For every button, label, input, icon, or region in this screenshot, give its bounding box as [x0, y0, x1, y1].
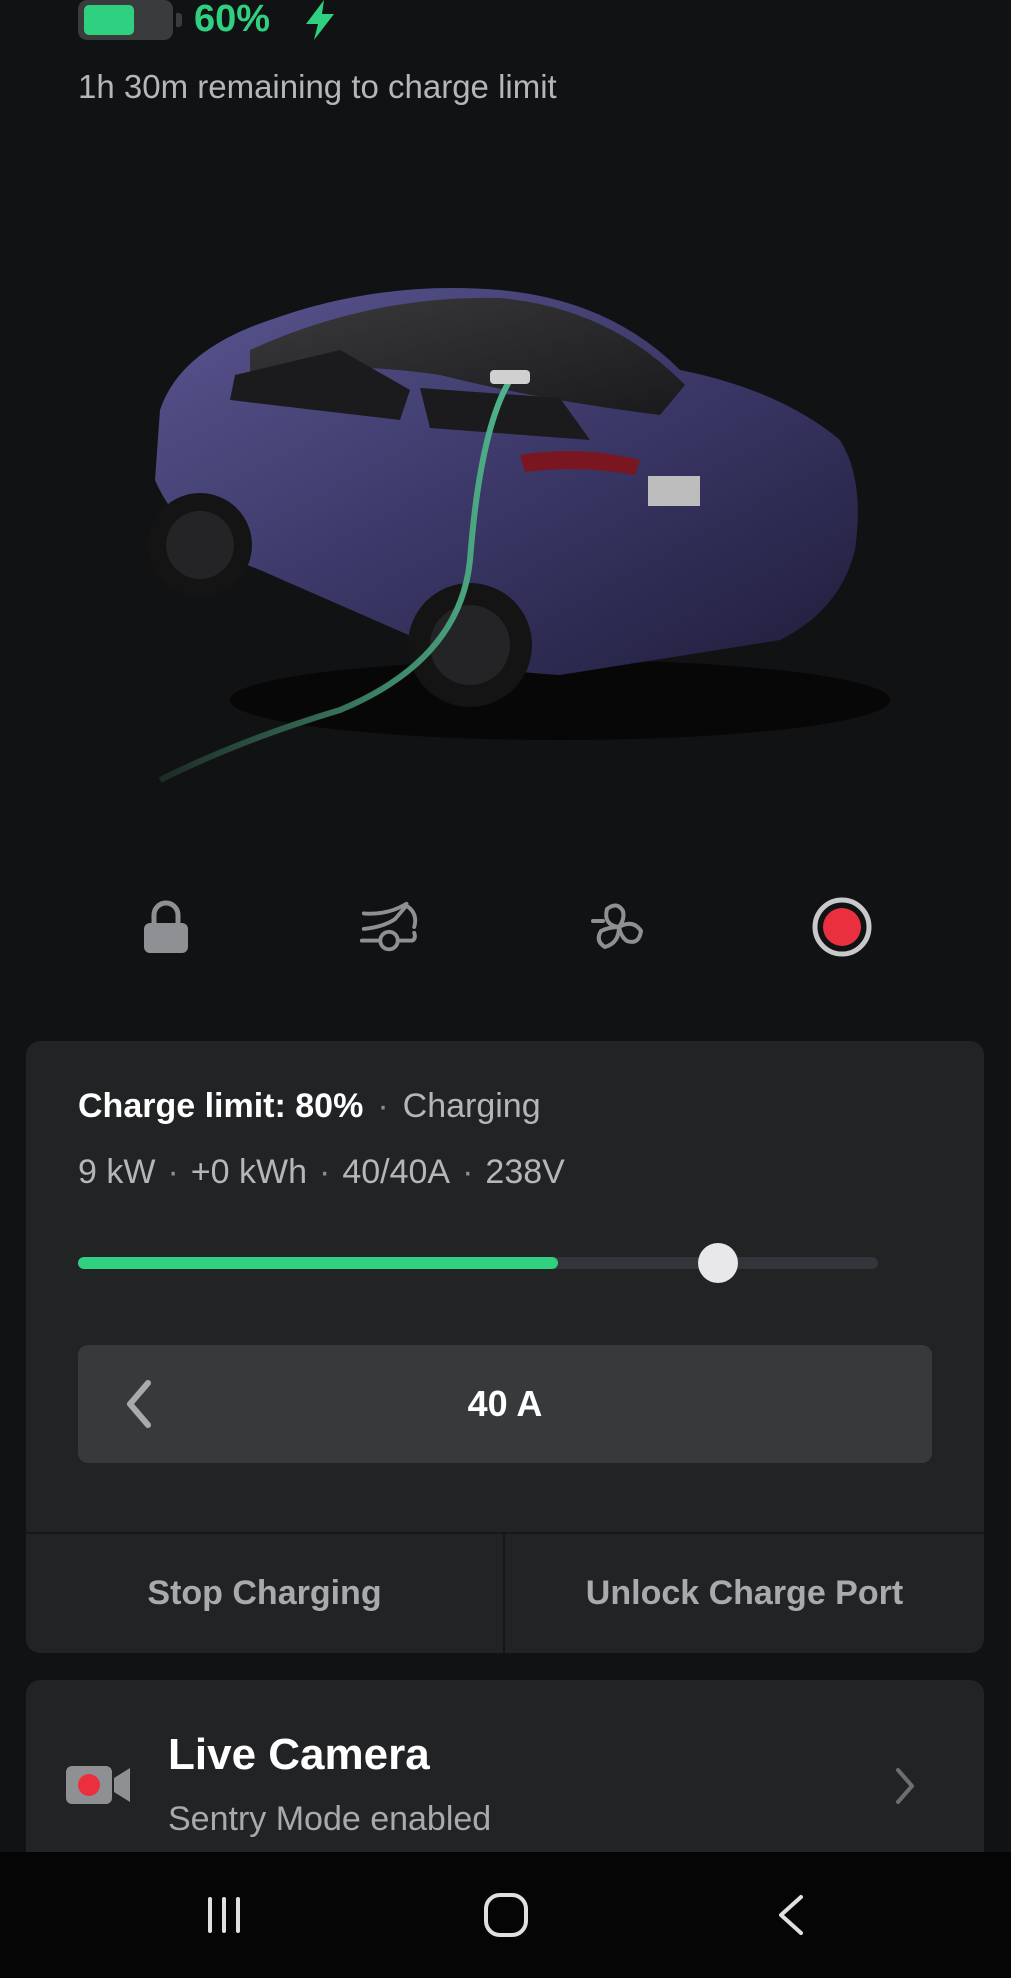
battery-percent: 60% — [194, 0, 271, 40]
stop-charging-button[interactable]: Stop Charging — [26, 1534, 503, 1653]
lock-icon — [144, 900, 188, 953]
system-navigation-bar — [0, 1852, 1011, 1978]
sentry-mode-status: Sentry Mode enabled — [168, 1800, 492, 1838]
charge-level-fill — [78, 1257, 558, 1269]
charge-limit-row: Charge limit: 80% · Charging — [78, 1087, 541, 1126]
amperage-selector: 40 A — [78, 1345, 932, 1463]
back-button[interactable] — [730, 1852, 850, 1978]
live-camera-title: Live Camera — [168, 1730, 430, 1779]
charging-stats: 9 kW · +0 kWh · 40/40A · 238V — [78, 1153, 565, 1191]
back-icon — [779, 1895, 803, 1935]
charge-limit-slider[interactable] — [78, 1257, 878, 1269]
car-image — [148, 288, 890, 783]
charging-card: Charge limit: 80% · Charging 9 kW · +0 kWh · 4… — [26, 1041, 984, 1653]
sentry-button[interactable] — [810, 892, 874, 962]
charge-limit-label: Charge limit: 80% — [78, 1087, 364, 1125]
trunk-button[interactable] — [358, 892, 422, 962]
charging-power: 9 kW — [78, 1153, 156, 1191]
unlock-charge-port-button[interactable]: Unlock Charge Port — [505, 1534, 984, 1653]
lock-button[interactable] — [134, 892, 198, 962]
charging-status: Charging — [402, 1087, 541, 1125]
camera-icon — [66, 1766, 130, 1804]
trunk-icon — [359, 901, 418, 952]
charging-bolt-icon — [306, 0, 334, 40]
charging-current: 40/40A — [342, 1153, 451, 1191]
energy-added: +0 kWh — [190, 1153, 307, 1191]
fan-icon — [591, 903, 644, 950]
home-icon — [484, 1893, 528, 1937]
chevron-right-icon — [896, 1768, 914, 1804]
charge-limit-handle[interactable] — [698, 1243, 738, 1283]
battery-fill — [84, 5, 134, 35]
charging-voltage: 238V — [485, 1153, 565, 1191]
climate-button[interactable] — [588, 892, 652, 962]
recent-apps-button[interactable] — [164, 1852, 284, 1978]
home-button[interactable] — [446, 1852, 566, 1978]
separator: · — [377, 1087, 389, 1125]
sentry-record-icon — [812, 897, 872, 957]
amperage-value: 40 A — [467, 1383, 543, 1424]
recent-apps-icon — [208, 1897, 240, 1933]
remaining-time: 1h 30m remaining to charge limit — [78, 68, 557, 105]
battery-indicator — [78, 0, 182, 40]
battery-nub — [176, 13, 182, 27]
